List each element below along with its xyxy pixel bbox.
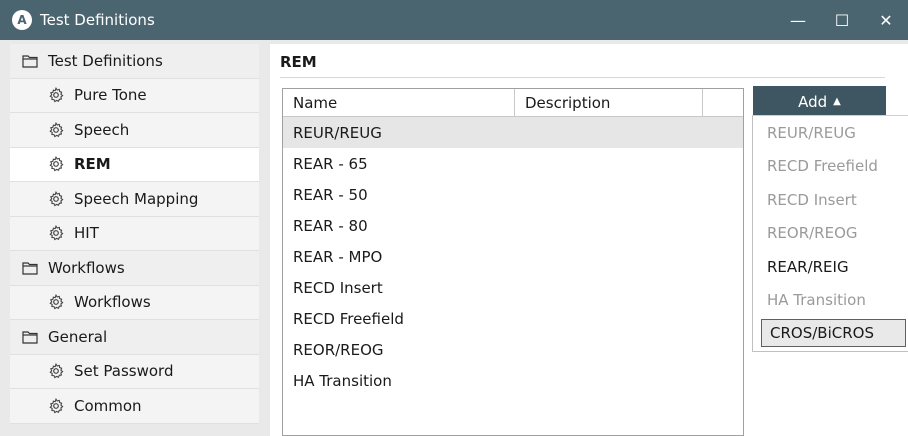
minimize-button[interactable]: — [776,0,820,40]
sidebar-item-label: Test Definitions [48,51,163,70]
gear-icon [48,397,64,414]
row-name: REAR - MPO [293,247,383,266]
table-row[interactable]: REAR - 65 [283,148,743,179]
list-body: REUR/REUG REAR - 65 REAR - 50 REAR - 80 REAR… [283,117,743,396]
table-row[interactable]: REAR - 80 [283,210,743,241]
gear-icon [48,87,64,103]
gear-icon [48,190,64,207]
table-row[interactable]: REOR/REOG [283,334,743,365]
sidebar-item-speech-mapping[interactable]: Speech Mapping [10,182,259,217]
table-row[interactable]: REUR/REUG [283,117,743,148]
sidebar-item-workflows[interactable]: Workflows [10,251,259,286]
table-row[interactable]: REAR - MPO [283,241,743,272]
add-button[interactable]: Add ▲ [753,86,886,117]
menu-item-reor-reog: REOR/REOG [767,224,858,243]
sidebar-item-hit[interactable]: HIT [10,216,259,251]
maximize-button[interactable]: ☐ [820,0,864,40]
window-title: Test Definitions [40,11,155,29]
sidebar-item-speech[interactable]: Speech [10,113,259,148]
row-name: REOR/REOG [293,340,384,359]
test-list: Name Description REUR/REUG REAR - 65 REAR … [282,88,744,436]
folder-icon [22,53,38,69]
row-name: HA Transition [293,371,392,390]
add-button-label: Add [798,92,828,111]
sidebar-item-workflows[interactable]: Workflows [10,285,259,320]
sidebar-item-label: REM [74,155,111,174]
sidebar-tree: Test Definitions Pure Tone Speech REM Speech… [10,44,259,429]
sidebar-item-label: Pure Tone [74,86,147,105]
close-button[interactable]: ✕ [864,0,908,40]
row-name: REAR - 50 [293,185,368,204]
row-name: REAR - 65 [293,154,368,173]
window-controls: — ☐ ✕ [776,0,908,40]
menu-item-rear-reig[interactable]: REAR/REIG [753,250,908,284]
gear-icon [48,363,64,379]
sidebar-item-label: Set Password [74,362,174,381]
title-divider [280,77,885,78]
folder-icon [22,260,38,276]
gear-icon [48,121,64,138]
row-name: REAR - 80 [293,216,368,235]
sidebar-item-label: Common [74,396,142,415]
column-header-name[interactable]: Name [283,89,515,117]
sidebar-item-label: Speech Mapping [74,189,199,208]
sidebar-item-rem[interactable]: REM [10,147,259,182]
menu-item-recd-freefield: RECD Freefield [767,157,878,176]
row-name: RECD Freefield [293,309,404,328]
gear-icon [48,294,64,310]
menu-item-recd-insert: RECD Insert [767,190,857,209]
menu-item-ha-transition: HA Transition [767,291,866,310]
sidebar-item-test-definitions[interactable]: Test Definitions [10,44,259,79]
menu-item-cros-bicros[interactable]: CROS/BiCROS [761,319,906,347]
menu-item-reur-reug: REUR/REUG [767,123,856,142]
sidebar-item-label: Speech [74,120,130,139]
app-logo-icon: A [12,10,32,30]
title-bar: A Test Definitions — ☐ ✕ [0,0,908,40]
folder-icon [22,329,38,345]
table-row[interactable]: RECD Freefield [283,303,743,334]
row-name: REUR/REUG [293,123,382,142]
column-header-description[interactable]: Description [515,89,703,117]
column-header-extra[interactable] [703,89,743,117]
add-menu: REUR/REUG RECD Freefield RECD Insert REOR/R… [752,115,908,352]
caret-up-icon: ▲ [833,96,841,107]
sidebar-item-label: Workflows [74,293,151,312]
sidebar-item-set-password[interactable]: Set Password [10,354,259,389]
sidebar-item-label: Workflows [48,258,125,277]
sidebar-item-label: HIT [74,224,99,243]
sidebar-item-common[interactable]: Common [10,389,259,424]
table-row[interactable]: RECD Insert [283,272,743,303]
sidebar-item-label: General [48,327,108,346]
table-row[interactable]: HA Transition [283,365,743,396]
list-header: Name Description [283,89,743,117]
sidebar-item-pure-tone[interactable]: Pure Tone [10,78,259,113]
gear-icon [48,225,64,241]
gear-icon [48,156,64,172]
table-row[interactable]: REAR - 50 [283,179,743,210]
row-name: RECD Insert [293,278,383,297]
page-title: REM [280,53,317,71]
sidebar-item-general[interactable]: General [10,320,259,355]
